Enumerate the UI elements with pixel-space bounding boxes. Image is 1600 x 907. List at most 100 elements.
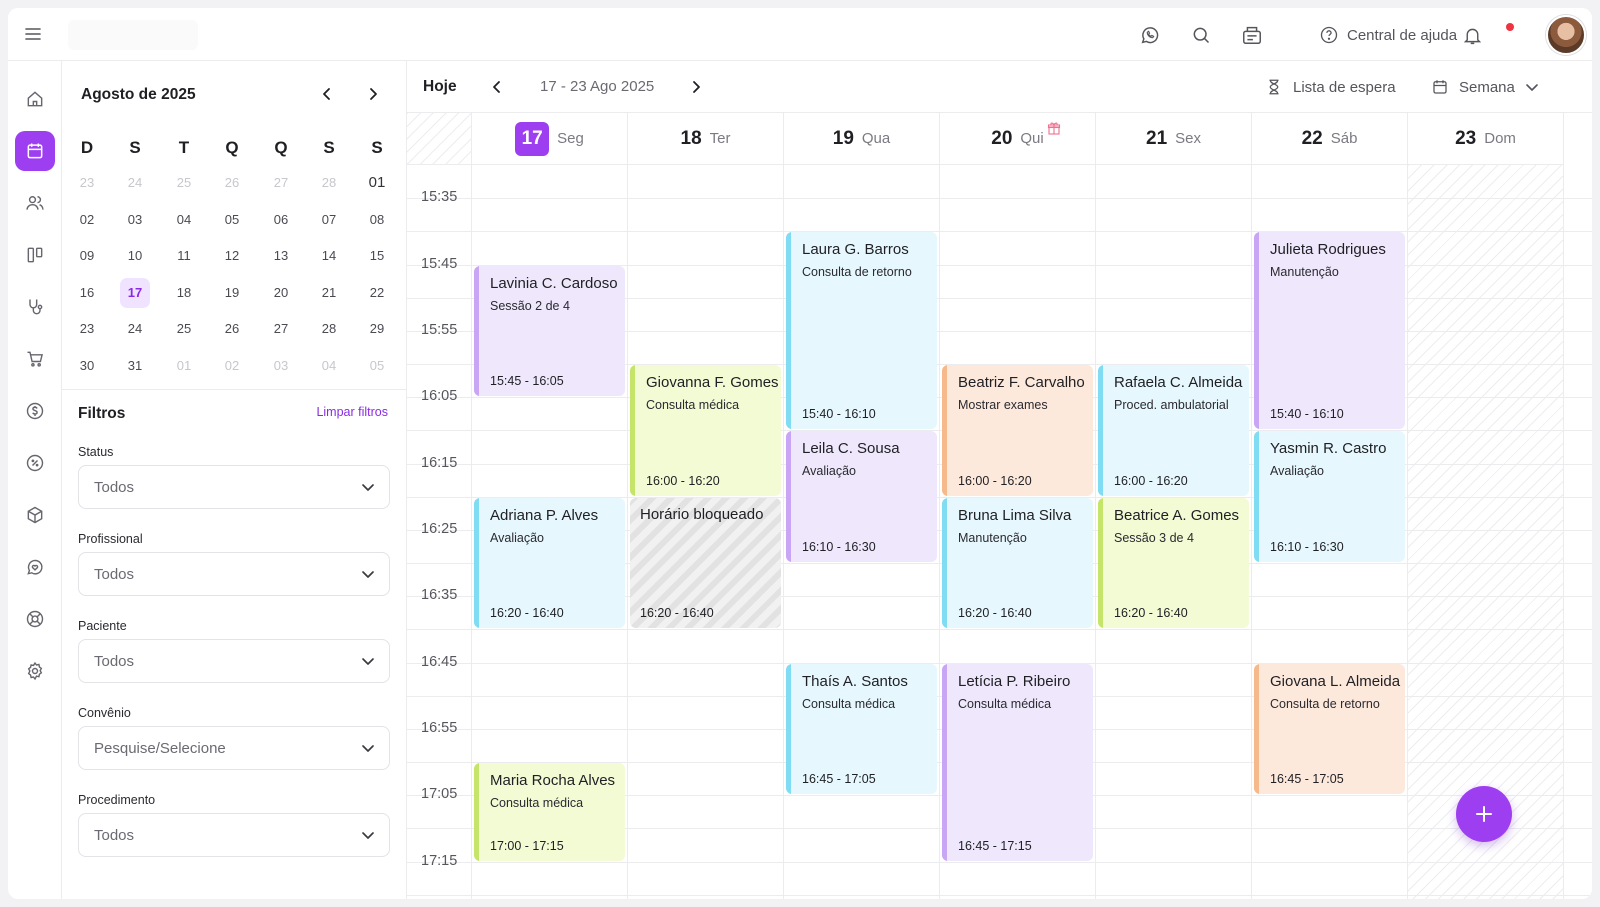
today-button[interactable]: Hoje [423,78,457,96]
rail-support[interactable] [15,599,55,639]
help-center-link[interactable]: Central de ajuda [1319,22,1457,48]
appointment-card[interactable]: Yasmin R. Castro Avaliação 16:10 - 16:30 [1254,431,1405,563]
mini-calendar-day[interactable]: 27 [266,314,296,344]
rail-users[interactable] [15,183,55,223]
mini-calendar-day[interactable]: 15 [362,241,392,271]
patient-select[interactable]: Todos [78,639,390,683]
rail-kanban[interactable] [15,235,55,275]
appointment-card[interactable]: Beatrice A. Gomes Sessão 3 de 4 16:20 - 16… [1098,497,1249,629]
mini-calendar-day[interactable]: 02 [217,351,247,381]
mini-calendar-day[interactable]: 13 [266,241,296,271]
mini-calendar-day[interactable]: 21 [314,278,344,308]
mini-calendar-day[interactable]: 28 [314,314,344,344]
mini-calendar-day[interactable]: 23 [72,314,102,344]
mini-calendar-day[interactable]: 08 [362,205,392,235]
next-week-button[interactable] [684,75,708,99]
insurance-select[interactable]: Pesquise/Selecione [78,726,390,770]
rail-home[interactable] [15,79,55,119]
mini-calendar-day[interactable]: 10 [120,241,150,271]
rail-messages[interactable] [15,547,55,587]
mini-calendar-day[interactable]: 24 [120,168,150,198]
mini-calendar-day[interactable]: 25 [169,168,199,198]
appointment-card[interactable]: Rafaela C. Almeida Proced. ambulatorial 16… [1098,365,1249,496]
mini-calendar-next[interactable] [362,83,384,105]
mini-calendar-prev[interactable] [316,83,338,105]
appointment-card[interactable]: Laura G. Barros Consulta de retorno 15:40 … [786,232,937,430]
mini-calendar-day[interactable]: 05 [362,351,392,381]
day-header[interactable]: 19 Qua [784,113,940,165]
mini-calendar-day[interactable]: 31 [120,351,150,381]
mini-calendar-day[interactable]: 01 [362,168,392,198]
mini-calendar-day[interactable]: 25 [169,314,199,344]
mini-calendar-day[interactable]: 23 [72,168,102,198]
prev-week-button[interactable] [485,75,509,99]
mini-calendar-day[interactable]: 12 [217,241,247,271]
appointment-card[interactable]: Beatriz F. Carvalho Mostrar exames 16:00 -… [942,365,1093,496]
mini-calendar-day[interactable]: 18 [169,278,199,308]
mini-calendar-day[interactable]: 26 [217,314,247,344]
mini-calendar-day[interactable]: 24 [120,314,150,344]
mini-calendar-day[interactable]: 30 [72,351,102,381]
bell-icon[interactable] [1460,23,1484,47]
mini-calendar-day[interactable]: 16 [72,278,102,308]
mini-calendar-day[interactable]: 04 [169,205,199,235]
search-icon[interactable] [1189,23,1213,47]
mini-calendar-day[interactable]: 11 [169,241,199,271]
plus-icon [1476,806,1492,822]
mini-calendar-day[interactable]: 04 [314,351,344,381]
clear-filters-link[interactable]: Limpar filtros [316,405,388,419]
mini-calendar-day[interactable]: 01 [169,351,199,381]
mini-calendar-day[interactable]: 14 [314,241,344,271]
rail-settings[interactable] [15,651,55,691]
rail-inventory[interactable] [15,495,55,535]
appointment-card[interactable]: Giovanna F. Gomes Consulta médica 16:00 - … [630,365,781,496]
mini-calendar-day[interactable]: 03 [266,351,296,381]
appointment-card[interactable]: Lavinia C. Cardoso Sessão 2 de 4 15:45 - 1… [474,265,625,397]
mini-calendar-day[interactable]: 06 [266,205,296,235]
agenda-icon[interactable] [1240,23,1264,47]
day-header[interactable]: 17 Seg [472,113,628,165]
mini-calendar-day[interactable]: 28 [314,168,344,198]
mini-calendar-day[interactable]: 27 [266,168,296,198]
procedure-select[interactable]: Todos [78,813,390,857]
rail-finance[interactable] [15,391,55,431]
rail-stethoscope[interactable] [15,287,55,327]
status-select[interactable]: Todos [78,465,390,509]
mini-calendar-day[interactable]: 17 [120,277,150,308]
mini-calendar-day[interactable]: 05 [217,205,247,235]
mini-calendar-day[interactable]: 07 [314,205,344,235]
mini-calendar-day[interactable]: 02 [72,205,102,235]
appointment-card[interactable]: Maria Rocha Alves Consulta médica 17:00 - … [474,763,625,861]
day-header[interactable]: 18 Ter [628,113,784,165]
appointment-card[interactable]: Julieta Rodrigues Manutenção 15:40 - 16:10 [1254,232,1405,430]
appointment-card[interactable]: Leila C. Sousa Avaliação 16:10 - 16:30 [786,431,937,563]
waitlist-button[interactable]: Lista de espera [1265,75,1396,99]
mini-calendar-day[interactable]: 03 [120,205,150,235]
appointment-procedure: Manutenção [1270,265,1339,280]
professional-select[interactable]: Todos [78,552,390,596]
appointment-card[interactable]: Bruna Lima Silva Manutenção 16:20 - 16:40 [942,497,1093,629]
appointment-card[interactable]: Letícia P. Ribeiro Consulta médica 16:45 -… [942,663,1093,861]
day-header[interactable]: 20 Qui [940,113,1096,165]
day-header[interactable]: 21 Sex [1096,113,1252,165]
appointment-card[interactable]: Giovana L. Almeida Consulta de retorno 16:… [1254,663,1405,795]
mini-calendar-day[interactable]: 29 [362,314,392,344]
view-selector[interactable]: Semana [1431,75,1539,99]
mini-calendar-day[interactable]: 26 [217,168,247,198]
whatsapp-icon[interactable] [1138,23,1162,47]
blocked-slot[interactable]: Horário bloqueado 16:20 - 16:40 [630,497,781,629]
rail-calendar[interactable] [15,131,55,171]
mini-calendar-day[interactable]: 20 [266,278,296,308]
avatar[interactable] [1546,15,1586,55]
add-appointment-button[interactable] [1456,786,1512,842]
menu-icon[interactable] [25,26,41,42]
appointment-card[interactable]: Adriana P. Alves Avaliação 16:20 - 16:40 [474,497,625,629]
rail-cart[interactable] [15,339,55,379]
day-header[interactable]: 23 Dom [1408,113,1564,165]
mini-calendar-day[interactable]: 22 [362,278,392,308]
mini-calendar-day[interactable]: 19 [217,278,247,308]
rail-discounts[interactable] [15,443,55,483]
day-header[interactable]: 22 Sáb [1252,113,1408,165]
appointment-card[interactable]: Thaís A. Santos Consulta médica 16:45 - 17… [786,663,937,795]
mini-calendar-day[interactable]: 09 [72,241,102,271]
